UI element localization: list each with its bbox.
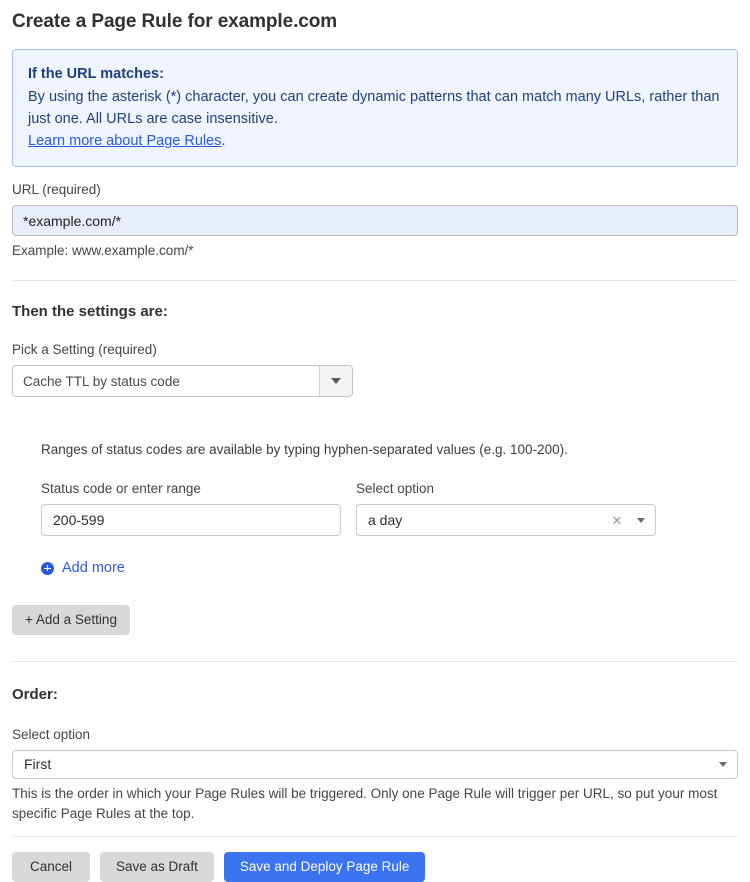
- select-option-caret-button[interactable]: [627, 517, 655, 523]
- url-match-info-box: If the URL matches: By using the asteris…: [12, 49, 738, 167]
- info-box-link-line: Learn more about Page Rules.: [28, 130, 722, 152]
- add-more-label: Add more: [62, 560, 125, 576]
- status-code-row: Status code or enter range Select option…: [41, 480, 738, 536]
- select-option-label: Select option: [356, 481, 435, 496]
- order-select[interactable]: First: [12, 749, 738, 779]
- settings-section-heading: Then the settings are:: [12, 303, 168, 320]
- plus-circle-icon: [41, 561, 54, 575]
- select-option-combobox[interactable]: a day ✕: [356, 504, 656, 536]
- chevron-down-icon: [637, 517, 645, 523]
- order-select-label: Select option: [12, 726, 91, 742]
- status-code-field-group: Status code or enter range: [41, 480, 341, 536]
- url-input[interactable]: [12, 205, 738, 236]
- page-title: Create a Page Rule for example.com: [12, 11, 338, 32]
- order-help-text: This is the order in which your Page Rul…: [12, 785, 718, 821]
- add-a-setting-button[interactable]: + Add a Setting: [12, 604, 130, 635]
- pick-setting-select[interactable]: Cache TTL by status code: [12, 365, 353, 397]
- divider-settings-order: [12, 660, 738, 662]
- status-code-input[interactable]: [41, 504, 341, 536]
- add-more-button[interactable]: Add more: [41, 560, 125, 576]
- order-select-value: First: [24, 756, 52, 772]
- save-and-deploy-button[interactable]: Save and Deploy Page Rule: [223, 851, 426, 882]
- status-code-label: Status code or enter range: [41, 481, 201, 496]
- pick-setting-caret-button[interactable]: [319, 366, 352, 396]
- save-as-draft-button[interactable]: Save as Draft: [100, 851, 214, 882]
- pick-setting-value: Cache TTL by status code: [13, 366, 319, 396]
- chevron-down-icon: [331, 378, 341, 384]
- close-icon[interactable]: ✕: [607, 514, 627, 527]
- footer-button-row: Cancel Save as Draft Save and Deploy Pag…: [12, 851, 738, 882]
- chevron-down-icon: [719, 761, 727, 767]
- status-code-range-note: Ranges of status codes are available by …: [41, 442, 568, 457]
- select-option-value: a day: [368, 512, 403, 528]
- divider-order-footer: [12, 835, 738, 837]
- url-example-text: Example: www.example.com/*: [12, 243, 194, 258]
- learn-more-link[interactable]: Learn more about Page Rules: [28, 133, 221, 149]
- order-select-caret-button[interactable]: [709, 761, 737, 767]
- pick-setting-label: Pick a Setting (required): [12, 342, 157, 357]
- cache-ttl-settings-block: Ranges of status codes are available by …: [41, 440, 738, 580]
- select-option-field-group: Select option a day ✕: [356, 480, 656, 536]
- page-rule-form: Create a Page Rule for example.com If th…: [0, 0, 750, 882]
- info-box-body: By using the asterisk (*) character, you…: [28, 89, 720, 127]
- url-field-label: URL (required): [12, 182, 101, 197]
- info-box-link-period: .: [221, 133, 226, 149]
- divider-url-settings: [12, 280, 738, 281]
- cancel-button[interactable]: Cancel: [12, 851, 91, 882]
- info-box-title: If the URL matches:: [28, 66, 164, 82]
- order-section-heading: Order:: [12, 685, 58, 703]
